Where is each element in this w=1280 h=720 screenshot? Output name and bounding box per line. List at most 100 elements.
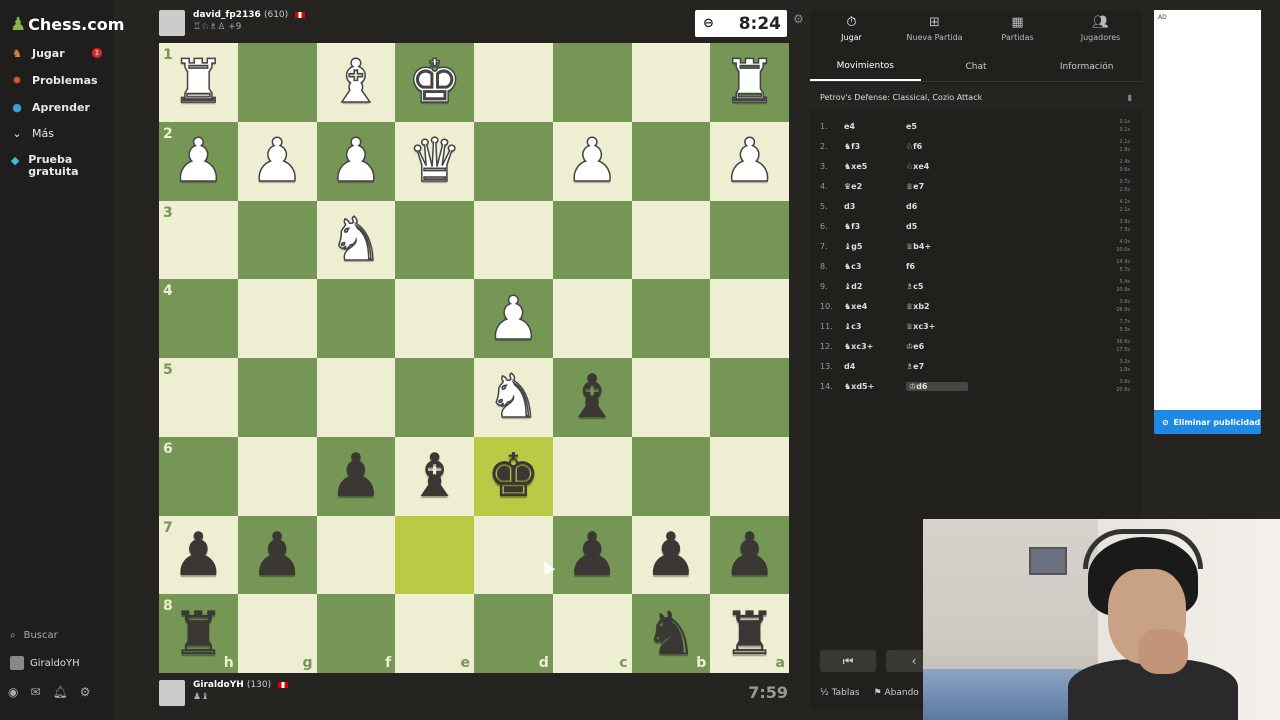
square-f6[interactable]: ♟ — [316, 436, 396, 516]
sidebar-item-play[interactable]: ♞ Jugar — [10, 42, 65, 64]
black-move[interactable]: ♗e7 — [906, 362, 968, 371]
square-h4[interactable]: 4 — [159, 279, 238, 358]
square-b5[interactable] — [631, 358, 711, 437]
square-e8[interactable]: e — [395, 594, 474, 673]
square-e7[interactable] — [395, 515, 474, 595]
white-pawn-piece[interactable]: ♟ — [486, 288, 541, 350]
square-g4[interactable] — [237, 279, 317, 358]
mail-icon[interactable]: ✉ — [30, 685, 40, 699]
square-d7[interactable] — [474, 515, 553, 595]
white-move[interactable]: ♝d2 — [844, 282, 906, 291]
white-move[interactable]: d4 — [844, 362, 906, 371]
draw-button[interactable]: ½ Tablas — [820, 688, 860, 698]
square-f5[interactable] — [316, 358, 396, 437]
book-icon[interactable]: ▮ — [1128, 93, 1132, 102]
sidebar-item-puzzles[interactable]: ✹ Problemas — [10, 69, 97, 91]
avatar[interactable] — [159, 10, 185, 36]
tab-players[interactable]: 👥︎ Jugadores — [1059, 10, 1142, 46]
avatar[interactable] — [159, 680, 185, 706]
square-d2[interactable] — [474, 121, 553, 201]
square-c6[interactable] — [552, 436, 632, 516]
tab-moves[interactable]: Movimientos — [810, 52, 921, 81]
square-c7[interactable]: ♟ — [552, 515, 632, 595]
square-g6[interactable] — [237, 436, 317, 516]
black-bishop-piece[interactable]: ♝ — [565, 367, 619, 427]
white-pawn-piece[interactable]: ♟ — [722, 130, 777, 192]
square-f8[interactable]: f — [316, 594, 396, 673]
square-d3[interactable] — [474, 200, 553, 280]
square-h5[interactable]: 5 — [159, 358, 238, 437]
black-move[interactable]: ♕e7 — [906, 182, 968, 191]
square-e4[interactable] — [395, 279, 474, 358]
square-c3[interactable] — [552, 200, 632, 280]
black-pawn-piece[interactable]: ♟ — [644, 525, 698, 585]
white-pawn-piece[interactable]: ♟ — [328, 130, 383, 192]
square-h2[interactable]: 2 ♟ — [159, 121, 238, 201]
square-h7[interactable]: 7 ♟ — [159, 515, 238, 595]
square-f2[interactable]: ♟ — [316, 121, 396, 201]
white-knight-piece[interactable]: ♞ — [328, 209, 383, 271]
sidebar-item-more[interactable]: ⌄ Más — [10, 122, 54, 144]
square-g5[interactable] — [237, 358, 317, 437]
white-move[interactable]: ♞xe5 — [844, 162, 906, 171]
black-pawn-piece[interactable]: ♟ — [329, 446, 383, 506]
square-g1[interactable] — [237, 43, 317, 122]
square-b2[interactable] — [631, 121, 711, 201]
square-h1[interactable]: 1 ♜ — [159, 43, 238, 122]
black-move[interactable]: ♘f6 — [906, 142, 968, 151]
white-move[interactable]: ♞f3 — [844, 142, 906, 151]
square-e1[interactable]: ♚ — [395, 43, 474, 122]
square-c2[interactable]: ♟ — [552, 121, 632, 201]
square-b4[interactable] — [631, 279, 711, 358]
black-pawn-piece[interactable]: ♟ — [723, 525, 777, 585]
chess-logo[interactable]: ♟ Chess.com — [10, 12, 124, 36]
black-move[interactable]: d6 — [906, 202, 968, 211]
square-a1[interactable]: ♜ — [710, 43, 789, 122]
black-move[interactable]: ♕xb2 — [906, 302, 968, 311]
sidebar-item-learn[interactable]: ● Aprender — [10, 96, 90, 118]
square-a6[interactable] — [710, 436, 789, 516]
white-move[interactable]: ♞xc3+ — [844, 342, 906, 351]
square-d8[interactable]: d — [474, 594, 553, 673]
square-b8[interactable]: b ♞ — [631, 594, 711, 673]
white-move[interactable]: ♞xe4 — [844, 302, 906, 311]
square-c4[interactable] — [552, 279, 632, 358]
white-move[interactable]: e4 — [844, 122, 906, 131]
square-a4[interactable] — [710, 279, 789, 358]
sidebar-user[interactable]: GiraldoYH — [10, 656, 80, 670]
square-f4[interactable] — [316, 279, 396, 358]
square-e3[interactable] — [395, 200, 474, 280]
square-c1[interactable] — [552, 43, 632, 122]
ad-banner[interactable]: AD — [1154, 10, 1261, 410]
black-move[interactable]: e5 — [906, 122, 968, 131]
sidebar-item-free-trial[interactable]: ◆ Prueba gratuita — [10, 154, 100, 180]
square-h6[interactable]: 6 — [159, 436, 238, 516]
remove-ads-button[interactable]: ⊘ Eliminar publicidad — [1154, 410, 1261, 434]
white-bishop-piece[interactable]: ♝ — [328, 52, 383, 114]
tab-new-game[interactable]: ⊞ Nueva Partida — [893, 10, 976, 46]
white-rook-piece[interactable]: ♜ — [722, 52, 777, 114]
white-move[interactable]: ♝g5 — [844, 242, 906, 251]
square-f7[interactable] — [316, 515, 396, 595]
square-d4[interactable]: ♟ — [474, 279, 553, 358]
square-d6[interactable]: ♚ — [474, 436, 553, 516]
black-pawn-piece[interactable]: ♟ — [250, 525, 304, 585]
white-king-piece[interactable]: ♚ — [407, 52, 462, 114]
square-b1[interactable] — [631, 43, 711, 122]
globe-icon[interactable]: ◉ — [8, 685, 18, 699]
white-pawn-piece[interactable]: ♟ — [564, 130, 619, 192]
black-bishop-piece[interactable]: ♝ — [408, 446, 462, 506]
square-c5[interactable]: ♝ — [552, 358, 632, 437]
white-queen-piece[interactable]: ♛ — [407, 130, 462, 192]
square-d1[interactable] — [474, 43, 553, 122]
black-rook-piece[interactable]: ♜ — [723, 604, 777, 664]
square-g8[interactable]: g — [237, 594, 317, 673]
white-move[interactable]: ♞c3 — [844, 262, 906, 271]
square-f3[interactable]: ♞ — [316, 200, 396, 280]
resign-button[interactable]: ⚑ Abando — [874, 688, 919, 698]
white-pawn-piece[interactable]: ♟ — [249, 130, 304, 192]
square-g3[interactable] — [237, 200, 317, 280]
white-pawn-piece[interactable]: ♟ — [171, 130, 226, 192]
black-king-piece[interactable]: ♚ — [486, 446, 540, 506]
white-move[interactable]: ♞f3 — [844, 222, 906, 231]
